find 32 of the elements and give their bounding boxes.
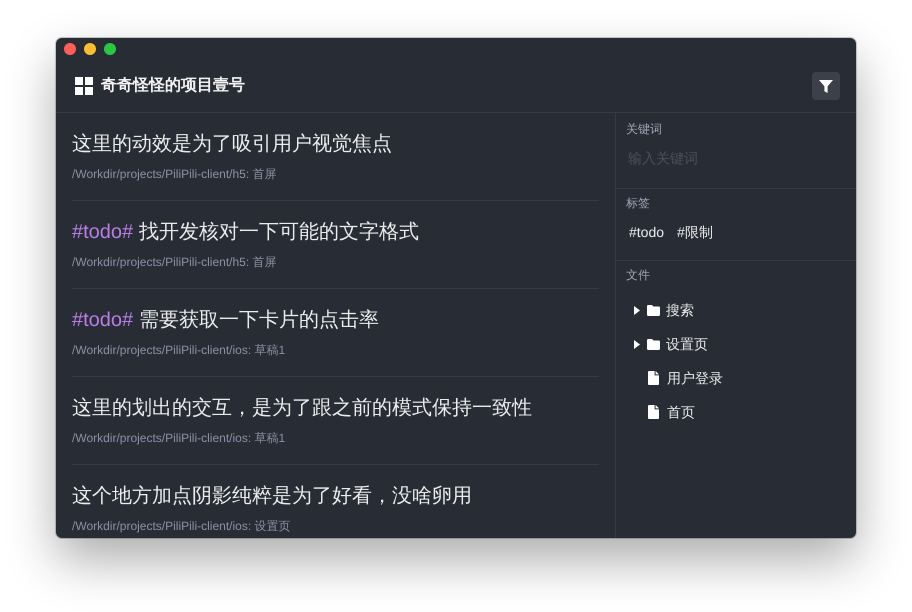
note-title[interactable]: 这里的划出的交互，是为了跟之前的模式保持一致性 xyxy=(72,395,532,421)
section-label: 标签 xyxy=(626,195,651,211)
file-name[interactable]: 首页 xyxy=(667,402,695,422)
hashtag[interactable]: #todo# xyxy=(72,307,134,333)
maximize-button[interactable] xyxy=(104,43,116,55)
folder-icon xyxy=(647,304,660,316)
folder-name[interactable]: 设置页 xyxy=(666,334,708,354)
tag-filter[interactable]: #todo xyxy=(629,222,664,242)
note-title[interactable]: 找开发核对一下可能的文字格式 xyxy=(139,219,420,245)
section-label: 文件 xyxy=(626,267,651,283)
note-path: /Workdir/projects/PiliPili-client/h5: 首屏 xyxy=(72,254,278,270)
file-icon xyxy=(648,371,659,385)
note-title[interactable]: 需要获取一下卡片的点击率 xyxy=(139,307,380,333)
file-icon xyxy=(648,405,659,419)
note-title[interactable]: 这里的动效是为了吸引用户视觉焦点 xyxy=(72,131,392,157)
minimize-button[interactable] xyxy=(84,43,96,55)
section-label: 关键词 xyxy=(626,121,663,137)
note-path: /Workdir/projects/PiliPili-client/h5: 首屏 xyxy=(72,166,278,182)
hashtag[interactable]: #todo# xyxy=(72,219,134,245)
note-path: /Workdir/projects/PiliPili-client/ios: 草稿1 xyxy=(72,342,286,358)
close-button[interactable] xyxy=(64,43,76,55)
note-title[interactable]: 这个地方加点阴影纯粹是为了好看，没啥卵用 xyxy=(72,483,472,509)
filter-icon xyxy=(819,80,833,92)
grid-icon xyxy=(75,77,93,95)
note-path: /Workdir/projects/PiliPili-client/ios: 草稿1 xyxy=(72,430,286,446)
app-title: 奇奇怪怪的项目壹号 xyxy=(101,76,245,96)
folder-icon xyxy=(647,338,660,350)
file-name[interactable]: 用户登录 xyxy=(667,368,723,388)
tag-filter[interactable]: #限制 xyxy=(677,222,713,242)
note-path: /Workdir/projects/PiliPili-client/ios: 设置页 xyxy=(72,518,292,534)
filter-button[interactable] xyxy=(812,72,840,100)
folder-name[interactable]: 搜索 xyxy=(666,300,694,320)
